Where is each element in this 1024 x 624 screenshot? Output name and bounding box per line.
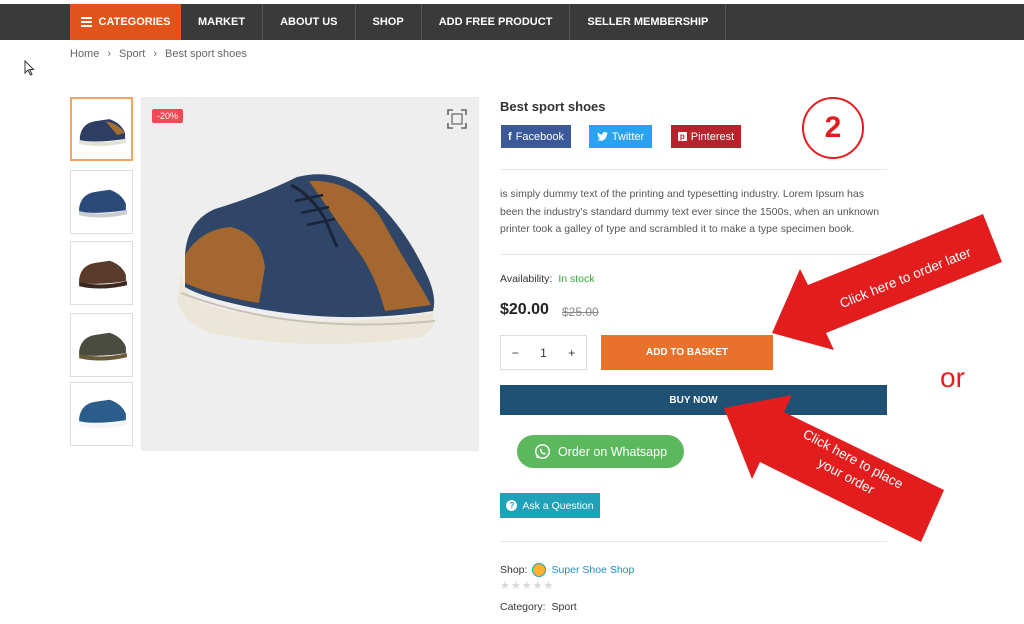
breadcrumb-sport[interactable]: Sport <box>119 48 145 60</box>
top-navigation-bar: CATEGORIES MARKET ABOUT US SHOP ADD FREE… <box>0 4 1024 40</box>
shop-label: Shop: <box>500 564 528 576</box>
divider <box>500 254 887 255</box>
availability: Availability: In stock <box>500 273 595 285</box>
order-whatsapp-button[interactable]: Order on Whatsapp <box>517 435 684 468</box>
thumbnail-5[interactable] <box>70 382 133 446</box>
current-price: $20.00 <box>500 301 549 318</box>
categories-label: CATEGORIES <box>98 16 171 28</box>
question-icon: ? <box>506 500 518 511</box>
twitter-icon <box>596 132 608 141</box>
add-to-basket-button[interactable]: ADD TO BASKET <box>601 335 773 370</box>
availability-status: In stock <box>558 273 595 285</box>
shoe-thumbnail-icon <box>79 332 127 361</box>
buy-now-button[interactable]: BUY NOW <box>500 385 887 415</box>
or-annotation: or <box>940 362 965 393</box>
shoe-thumbnail-icon <box>78 119 127 146</box>
ask-question-label: Ask a Question <box>522 499 594 512</box>
product-description: is simply dummy text of the printing and… <box>500 188 880 235</box>
thumbnail-4[interactable] <box>70 313 133 377</box>
rating-stars-icon: ★★★★★ <box>500 580 555 592</box>
breadcrumb: Home › Sport › Best sport shoes <box>70 48 247 60</box>
step-number-annotation: 2 <box>802 97 864 159</box>
mouse-cursor-icon <box>24 60 35 76</box>
shop-link[interactable]: Super Shoe Shop <box>551 564 634 576</box>
plus-icon[interactable]: + <box>568 346 575 360</box>
share-twitter-button[interactable]: Twitter <box>589 125 652 148</box>
thumbnail-3[interactable] <box>70 241 133 305</box>
arrow-place-order-text-2: your order <box>815 455 877 497</box>
breadcrumb-separator-icon: › <box>153 48 157 60</box>
categories-button[interactable]: CATEGORIES <box>70 4 181 40</box>
twitter-label: Twitter <box>611 130 645 143</box>
shoe-product-icon <box>177 174 436 345</box>
quantity-stepper[interactable]: − 1 + <box>500 335 587 370</box>
thumbnail-2[interactable] <box>70 170 133 234</box>
nav-item-about-us[interactable]: ABOUT US <box>263 4 356 40</box>
nav-item-add-free-product[interactable]: ADD FREE PRODUCT <box>422 4 571 40</box>
share-facebook-button[interactable]: f Facebook <box>501 125 571 148</box>
ask-question-button[interactable]: ? Ask a Question <box>500 493 600 518</box>
nav-item-seller-membership[interactable]: SELLER MEMBERSHIP <box>570 4 727 40</box>
arrow-place-order: Click here to place your order <box>724 395 944 542</box>
divider <box>500 541 887 542</box>
pinterest-label: Pinterest <box>690 130 735 143</box>
nav-item-shop[interactable]: SHOP <box>356 4 422 40</box>
main-nav: CATEGORIES MARKET ABOUT US SHOP ADD FREE… <box>70 4 727 40</box>
shop-info: Shop: Super Shoe Shop <box>500 563 634 577</box>
breadcrumb-home[interactable]: Home <box>70 48 99 60</box>
nav-item-market[interactable]: MARKET <box>181 4 264 40</box>
quantity-value[interactable]: 1 <box>540 346 547 360</box>
facebook-label: Facebook <box>515 130 564 143</box>
old-price: $25.00 <box>562 305 599 319</box>
shoe-thumbnail-icon <box>79 260 127 289</box>
shoe-thumbnail-icon <box>79 399 127 429</box>
share-pinterest-button[interactable]: p Pinterest <box>671 125 741 148</box>
category-link[interactable]: Sport <box>552 601 577 613</box>
facebook-icon: f <box>508 130 512 143</box>
whatsapp-label: Order on Whatsapp <box>557 444 668 459</box>
breadcrumb-separator-icon: › <box>107 48 112 60</box>
shop-avatar <box>532 563 547 577</box>
pinterest-icon: p <box>677 132 687 141</box>
arrow-place-order-text-1: Click here to place <box>801 426 906 491</box>
product-title: Best sport shoes <box>500 99 606 114</box>
menu-icon <box>80 17 92 27</box>
shoe-thumbnail-icon <box>79 189 127 218</box>
category-info: Category: Sport <box>500 601 577 613</box>
thumbnail-1[interactable] <box>70 97 133 161</box>
product-main-image[interactable]: -20% <box>141 97 479 451</box>
category-label: Category: <box>500 601 546 613</box>
availability-label: Availability: <box>500 273 553 285</box>
divider <box>500 169 887 170</box>
minus-icon[interactable]: − <box>512 346 519 360</box>
whatsapp-icon <box>535 444 550 459</box>
breadcrumb-current: Best sport shoes <box>164 48 247 60</box>
